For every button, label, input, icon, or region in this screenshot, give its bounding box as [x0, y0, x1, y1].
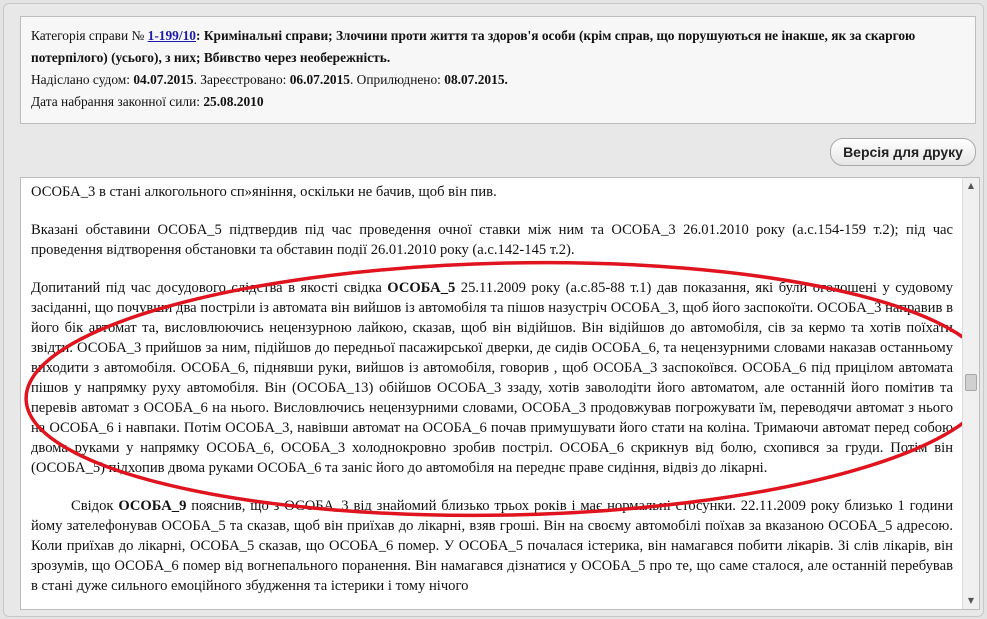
paragraph-4: Свідок ОСОБА_9 пояснив, що з ОСОБА_3 від…: [31, 496, 953, 596]
p3-text-a: Допитаний під час досудового слідства в …: [31, 280, 388, 296]
paragraph-3: Допитаний під час досудового слідства в …: [31, 278, 953, 478]
case-number-link[interactable]: 1-199/10: [148, 28, 196, 43]
published-date: 08.07.2015: [444, 72, 505, 87]
paragraph-1: ОСОБА_3 в стані алкогольного сп»яніння, …: [31, 184, 497, 200]
sent-label: Надіслано судом:: [31, 72, 134, 87]
sent-date: 04.07.2015: [133, 72, 194, 87]
paragraph-2: Вказані обставини ОСОБА_5 підтвердив під…: [31, 222, 953, 258]
print-version-button[interactable]: Версія для друку: [830, 138, 976, 166]
effective-label: Дата набрання законної сили:: [31, 94, 204, 109]
p4-text-a: Свідок: [71, 498, 119, 514]
category-label: Категорія справи №: [31, 28, 148, 43]
scroll-down-arrow-icon[interactable]: ▼: [963, 593, 979, 609]
p3-text-b: 25.11.2009 року (а.с.85-88 т.1) дав пока…: [31, 280, 953, 476]
p3-witness-name: ОСОБА_5: [387, 280, 456, 296]
dates-line: Надіслано судом: 04.07.2015. Зареєстрова…: [31, 69, 965, 91]
document-text: ОСОБА_3 в стані алкогольного сп»яніння, …: [31, 182, 953, 609]
p4-witness-name: ОСОБА_9: [118, 498, 187, 514]
registered-label: . Зареєстровано:: [193, 72, 290, 87]
effective-date-line: Дата набрання законної сили: 25.08.2010: [31, 91, 965, 113]
vertical-scrollbar[interactable]: ▲ ▼: [962, 178, 979, 609]
page-container: Категорія справи № 1-199/10: Кримінальні…: [3, 3, 984, 617]
registered-date: 06.07.2015: [289, 72, 350, 87]
dates-period: .: [504, 72, 508, 87]
scroll-up-arrow-icon[interactable]: ▲: [963, 178, 979, 194]
case-category-line: Категорія справи № 1-199/10: Кримінальні…: [31, 25, 965, 69]
document-viewer[interactable]: ОСОБА_3 в стані алкогольного сп»яніння, …: [20, 177, 980, 610]
effective-date: 25.08.2010: [203, 94, 264, 109]
case-info-panel: Категорія справи № 1-199/10: Кримінальні…: [20, 16, 976, 124]
category-colon: :: [196, 28, 204, 43]
scroll-thumb[interactable]: [965, 373, 977, 391]
published-label: . Оприлюднено:: [349, 72, 445, 87]
